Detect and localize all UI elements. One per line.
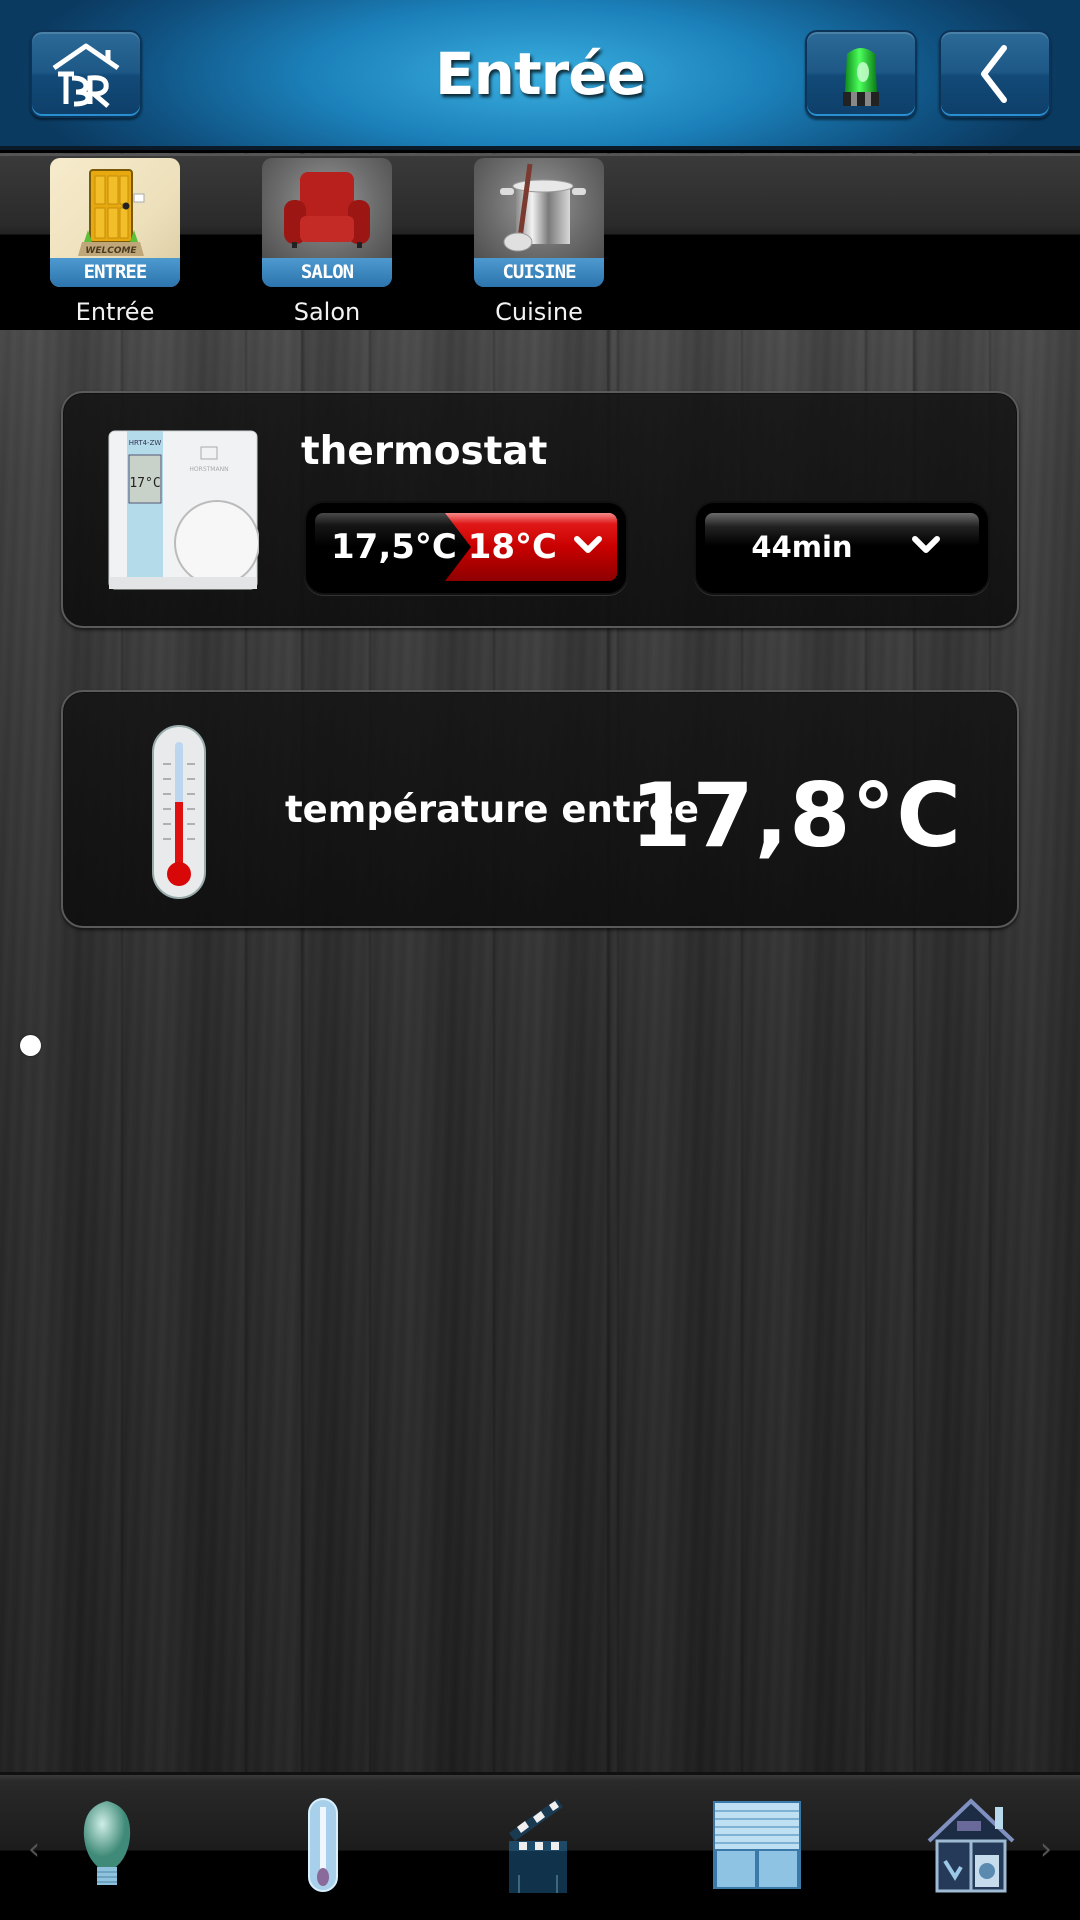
green-alarm-beacon-icon: [843, 48, 879, 106]
nav-shutters[interactable]: [702, 1789, 812, 1901]
room-tile-label: ENTREE: [50, 258, 180, 287]
roller-shutter-icon: [713, 1801, 801, 1889]
room-tab-entree[interactable]: WELCOME ENTREE Entrée: [50, 158, 182, 328]
cooking-pot-icon: [500, 163, 586, 252]
room-tile-cuisine: CUISINE: [474, 158, 604, 287]
nav-lights[interactable]: [52, 1789, 162, 1901]
thermostat-device-icon: HRT4-ZW 17°C HORSTMANN: [108, 430, 260, 590]
thermometer-image: [151, 724, 207, 904]
svg-text:HORSTMANN: HORSTMANN: [189, 466, 228, 473]
room-tile-entree: WELCOME ENTREE: [50, 158, 180, 287]
clapperboard-icon: [509, 1799, 567, 1893]
nav-heating[interactable]: [268, 1789, 378, 1901]
room-label: Salon: [293, 298, 361, 326]
sensor-temperature-value: 17,8°C: [630, 764, 962, 867]
current-temperature: 17,5°C: [331, 527, 457, 567]
timer-value: 44min: [751, 530, 853, 564]
room-label: Entrée: [75, 298, 155, 326]
timer-selector[interactable]: 44min: [694, 501, 990, 595]
thermostat-device-image: HRT4-ZW 17°C HORSTMANN: [107, 429, 260, 595]
room-label: Cuisine: [495, 298, 583, 326]
room-tab-salon[interactable]: SALON Salon: [262, 158, 394, 328]
svg-text:17°C: 17°C: [129, 476, 160, 491]
alarm-button[interactable]: [805, 30, 917, 118]
thermostat-card: HRT4-ZW 17°C HORSTMANN thermostat 17,5°C…: [61, 391, 1019, 628]
thermometer-icon: [152, 725, 206, 899]
room-tab-cuisine[interactable]: CUISINE Cuisine: [474, 158, 606, 328]
room-tile-label: CUISINE: [474, 258, 604, 287]
room-tile-salon: SALON: [262, 158, 392, 287]
setpoint-selector[interactable]: 17,5°C 18°C: [304, 501, 628, 595]
room-selector: WELCOME ENTREE Entrée SALON Salon CUISIN…: [0, 154, 1080, 330]
nav-house[interactable]: [916, 1789, 1026, 1901]
svg-text:WELCOME: WELCOME: [85, 246, 137, 256]
nav-scenes[interactable]: [484, 1789, 594, 1901]
house-appliances-icon: [927, 1798, 1015, 1893]
page-indicator-dot: [20, 1035, 41, 1056]
svg-text:HRT4-ZW: HRT4-ZW: [129, 439, 162, 447]
chevron-down-icon: [574, 536, 602, 553]
thermometer-icon: [308, 1798, 338, 1892]
chevron-down-icon: [912, 536, 940, 553]
thermostat-title: thermostat: [301, 429, 548, 474]
chevron-left-icon: [981, 45, 1007, 103]
temperature-sensor-card: température entrée 17,8°C: [61, 690, 1019, 928]
door-welcome-icon: WELCOME: [78, 169, 145, 256]
light-bulb-icon: [83, 1801, 131, 1885]
armchair-icon: [284, 172, 370, 248]
scroll-left-arrow[interactable]: ‹: [24, 1835, 44, 1865]
scroll-right-arrow[interactable]: ›: [1036, 1835, 1056, 1865]
setpoint-value: 18°C: [467, 527, 557, 567]
app-header: Entrée: [0, 0, 1080, 150]
room-tile-label: SALON: [262, 258, 392, 287]
page-title: Entrée: [435, 40, 646, 108]
bottom-category-bar: ‹ ›: [0, 1772, 1080, 1920]
back-button[interactable]: [939, 30, 1051, 118]
